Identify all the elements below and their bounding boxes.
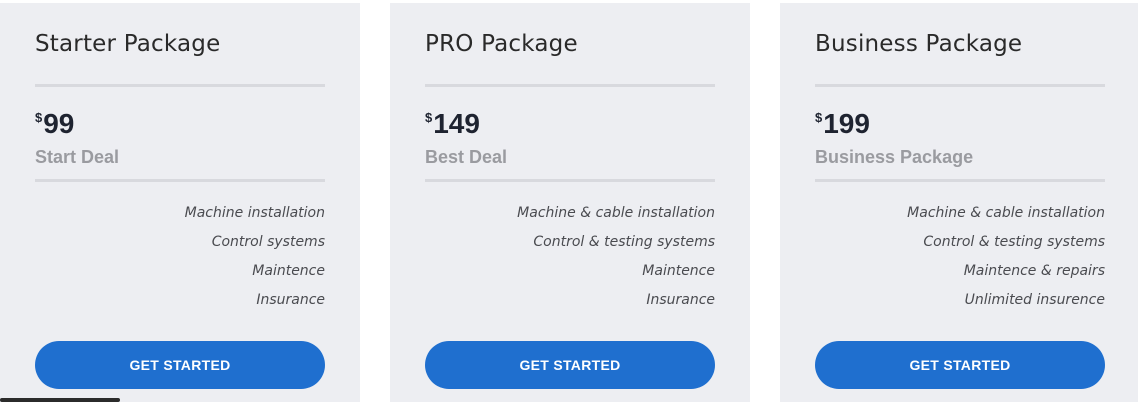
currency-symbol: $ [425, 110, 433, 125]
divider [815, 84, 1105, 87]
currency-symbol: $ [815, 110, 823, 125]
get-started-button[interactable]: GET STARTED [425, 341, 715, 389]
feature-item: Insurance [256, 292, 325, 308]
feature-item: Unlimited insurence [964, 292, 1105, 308]
feature-item: Insurance [646, 292, 715, 308]
feature-item: Maintence [252, 263, 325, 279]
pricing-section: Starter Package $99 Start Deal Machine i… [0, 0, 1138, 402]
feature-item: Maintence & repairs [963, 263, 1105, 279]
price-amount: 99 [43, 108, 75, 139]
price-amount: 149 [433, 108, 480, 139]
deal-label: Best Deal [425, 147, 508, 167]
package-price: $99 [35, 107, 74, 141]
deal-label: Start Deal [35, 147, 120, 167]
feature-list: Machine & cable installation Control & t… [425, 202, 715, 318]
package-title: Starter Package [35, 31, 221, 57]
feature-item: Machine installation [184, 205, 325, 221]
feature-item: Machine & cable installation [517, 205, 715, 221]
divider [35, 179, 325, 182]
get-started-button[interactable]: GET STARTED [35, 341, 325, 389]
feature-item: Control & testing systems [923, 234, 1105, 250]
divider [35, 84, 325, 87]
price-amount: 199 [823, 108, 870, 139]
pricing-card-pro: PRO Package $149 Best Deal Machine & cab… [390, 3, 750, 402]
package-price: $199 [815, 107, 870, 141]
get-started-button[interactable]: GET STARTED [815, 341, 1105, 389]
feature-list: Machine & cable installation Control & t… [815, 202, 1105, 318]
package-price: $149 [425, 107, 480, 141]
deal-label: Business Package [815, 147, 974, 167]
feature-item: Maintence [642, 263, 715, 279]
divider [815, 179, 1105, 182]
pricing-card-business: Business Package $199 Business Package M… [780, 3, 1138, 402]
package-title: Business Package [815, 31, 1023, 57]
package-title: PRO Package [425, 31, 578, 57]
feature-list: Machine installation Control systems Mai… [35, 202, 325, 318]
divider [425, 84, 715, 87]
pricing-card-starter: Starter Package $99 Start Deal Machine i… [0, 3, 360, 402]
feature-item: Control & testing systems [533, 234, 715, 250]
divider [425, 179, 715, 182]
horizontal-scrollbar[interactable] [0, 398, 120, 402]
feature-item: Machine & cable installation [907, 205, 1105, 221]
currency-symbol: $ [35, 110, 43, 125]
feature-item: Control systems [211, 234, 325, 250]
